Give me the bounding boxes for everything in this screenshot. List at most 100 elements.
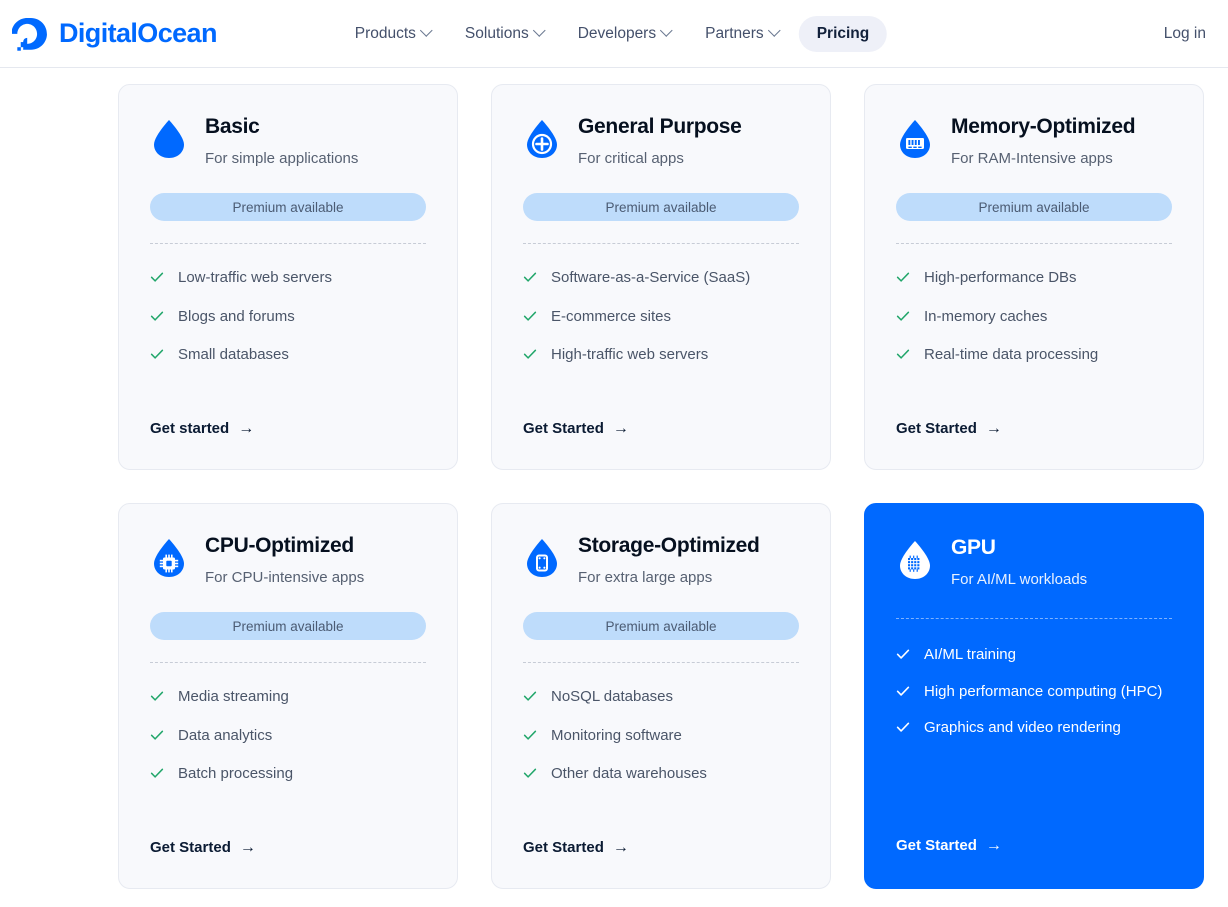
nav-item-products[interactable]: Products: [341, 16, 445, 52]
premium-available-badge[interactable]: Premium available: [896, 193, 1172, 222]
check-icon: [150, 347, 164, 361]
plan-card-header: General Purpose For critical apps: [523, 115, 799, 168]
feature-item: E-commerce sites: [523, 307, 799, 327]
feature-label: Low-traffic web servers: [178, 269, 332, 287]
feature-label: Media streaming: [178, 688, 289, 706]
feature-label: Real-time data processing: [924, 346, 1099, 364]
droplet-storage-icon: [523, 537, 561, 579]
premium-available-badge[interactable]: Premium available: [523, 193, 799, 222]
arrow-right-icon: →: [612, 419, 629, 437]
feature-label: High-performance DBs: [924, 269, 1077, 287]
get-started-link[interactable]: Get Started →: [150, 839, 256, 856]
nav-item-solutions[interactable]: Solutions: [451, 16, 558, 52]
check-icon: [896, 720, 910, 734]
premium-available-badge[interactable]: Premium available: [150, 193, 426, 222]
premium-available-badge[interactable]: Premium available: [523, 612, 799, 641]
feature-item: Media streaming: [150, 687, 426, 707]
plan-card: Basic For simple applications Premium avai…: [118, 84, 458, 470]
login-link[interactable]: Log in: [1164, 25, 1206, 43]
plan-title: Memory-Optimized: [951, 115, 1136, 138]
feature-label: Small databases: [178, 346, 289, 364]
check-icon: [896, 684, 910, 698]
check-icon: [150, 309, 164, 323]
plan-feature-list: Software-as-a-Service (SaaS) E-commerce s…: [523, 268, 799, 365]
plan-feature-list: Media streaming Data analytics Batch proce…: [150, 687, 426, 784]
chevron-down-icon: [532, 24, 546, 37]
check-icon: [896, 270, 910, 284]
get-started-link[interactable]: Get Started →: [523, 839, 629, 856]
plan-subtitle: For critical apps: [578, 150, 684, 168]
plan-card-header: CPU-Optimized For CPU-intensive apps: [150, 534, 426, 587]
get-started-link[interactable]: Get Started →: [523, 420, 629, 437]
feature-item: AI/ML training: [896, 645, 1172, 665]
droplet-cpu-icon: [150, 537, 188, 579]
plan-subtitle: For AI/ML workloads: [951, 571, 1088, 589]
feature-item: Other data warehouses: [523, 764, 799, 784]
plan-card: General Purpose For critical apps Premium …: [491, 84, 831, 470]
plan-feature-list: NoSQL databases Monitoring software Other …: [523, 687, 799, 784]
plan-card: GPU For AI/ML workloads AI/ML training High…: [864, 503, 1204, 889]
digitalocean-logo-link[interactable]: DigitalOcean: [11, 15, 217, 53]
check-icon: [523, 689, 537, 703]
get-started-label: Get Started: [523, 420, 604, 437]
plan-title: Basic: [205, 115, 260, 138]
get-started-label: Get Started: [896, 420, 977, 437]
feature-label: Data analytics: [178, 726, 273, 744]
feature-label: Batch processing: [178, 765, 294, 783]
main-navigation: Products Solutions Developers Partners P…: [341, 15, 888, 52]
plan-title: Storage-Optimized: [578, 534, 760, 557]
card-divider: [523, 243, 799, 245]
feature-item: Small databases: [150, 345, 426, 365]
arrow-right-icon: →: [612, 838, 629, 856]
check-icon: [150, 270, 164, 284]
plan-card-header: GPU For AI/ML workloads: [896, 536, 1172, 589]
plan-card: CPU-Optimized For CPU-intensive apps Premi…: [118, 503, 458, 889]
plan-subtitle: For simple applications: [205, 150, 359, 168]
get-started-label: Get Started: [896, 837, 977, 854]
nav-label: Solutions: [464, 24, 529, 42]
nav-label: Products: [354, 24, 416, 42]
premium-available-badge[interactable]: Premium available: [150, 612, 426, 641]
feature-label: In-memory caches: [924, 307, 1048, 325]
droplet-plain-icon: [150, 118, 188, 160]
droplet-gpu-icon: [896, 539, 934, 581]
card-divider: [150, 243, 426, 245]
get-started-label: Get Started: [150, 839, 231, 856]
droplet-plus-icon: [523, 118, 561, 160]
chevron-down-icon: [660, 24, 673, 37]
feature-item: High-traffic web servers: [523, 345, 799, 365]
check-icon: [896, 647, 910, 661]
plan-title: GPU: [951, 536, 996, 559]
nav-item-developers[interactable]: Developers: [564, 16, 685, 52]
plan-title: CPU-Optimized: [205, 534, 354, 557]
brand-name: DigitalOcean: [59, 18, 217, 48]
nav-label: Partners: [705, 24, 764, 42]
card-divider: [523, 662, 799, 664]
feature-item: Batch processing: [150, 764, 426, 784]
plan-feature-list: AI/ML training High performance computing…: [896, 645, 1172, 738]
check-icon: [523, 766, 537, 780]
get-started-label: Get started: [150, 420, 230, 437]
feature-item: Graphics and video rendering: [896, 718, 1172, 738]
card-divider: [896, 243, 1172, 245]
get-started-link[interactable]: Get Started →: [896, 420, 1002, 437]
droplet-memory-icon: [896, 118, 934, 160]
check-icon: [150, 689, 164, 703]
plan-feature-list: Low-traffic web servers Blogs and forums S…: [150, 268, 426, 365]
feature-item: Data analytics: [150, 726, 426, 746]
check-icon: [523, 347, 537, 361]
plan-card-header: Memory-Optimized For RAM-Intensive apps: [896, 115, 1172, 168]
feature-label: Software-as-a-Service (SaaS): [551, 269, 751, 287]
get-started-link[interactable]: Get Started →: [896, 837, 1002, 854]
check-icon: [523, 728, 537, 742]
feature-label: Blogs and forums: [178, 307, 295, 325]
chevron-down-icon: [767, 24, 781, 37]
feature-item: NoSQL databases: [523, 687, 799, 707]
plan-subtitle: For extra large apps: [578, 569, 713, 587]
nav-item-pricing[interactable]: Pricing: [798, 15, 888, 52]
arrow-right-icon: →: [985, 419, 1002, 437]
nav-item-partners[interactable]: Partners: [691, 16, 793, 52]
digitalocean-logo-icon: [11, 15, 50, 53]
plan-subtitle: For CPU-intensive apps: [205, 569, 365, 587]
get-started-link[interactable]: Get started →: [150, 420, 254, 437]
